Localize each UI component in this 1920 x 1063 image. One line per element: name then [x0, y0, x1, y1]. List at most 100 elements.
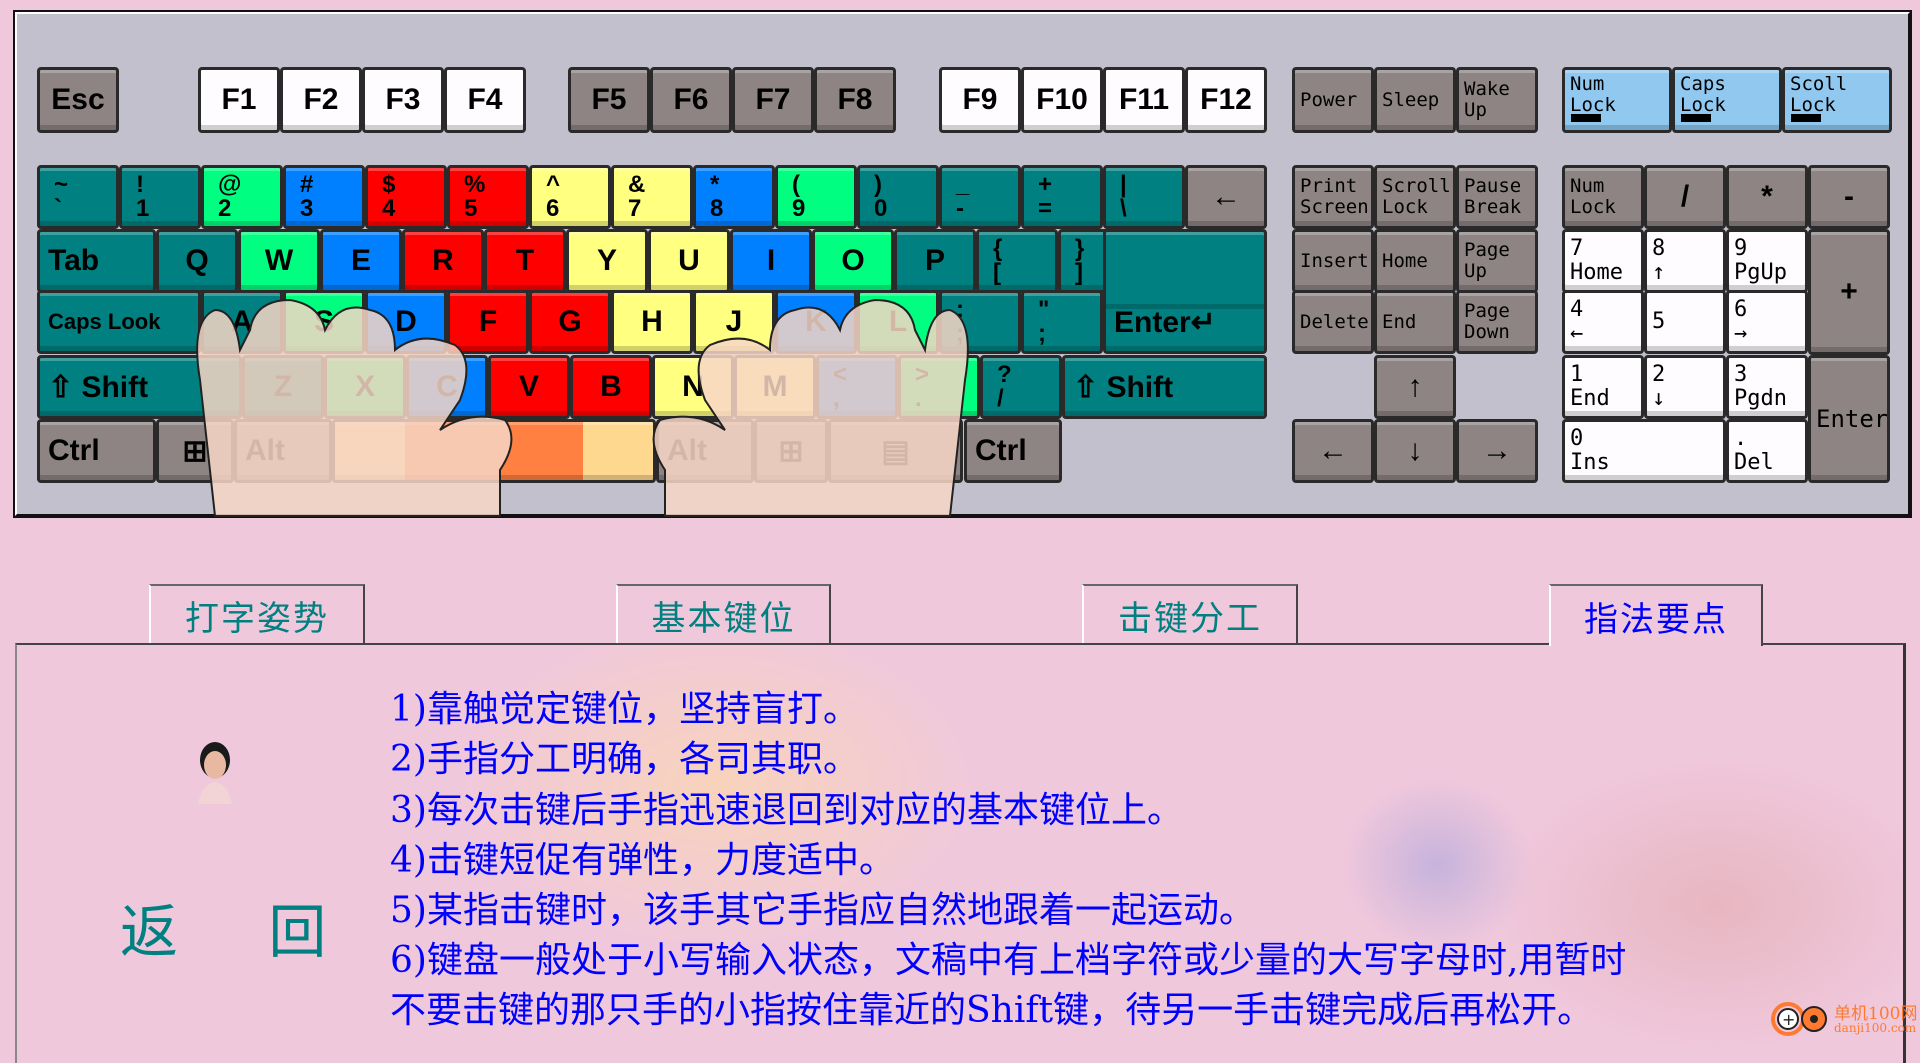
- key-arrow-down[interactable]: ↓: [1374, 419, 1456, 483]
- back-button[interactable]: 返 回: [120, 885, 362, 969]
- key-1-end[interactable]: 1 End: [1562, 355, 1644, 419]
- key-s[interactable]: S: [283, 290, 365, 354]
- key-v[interactable]: V: [488, 355, 570, 419]
- key-0-ins[interactable]: 0 Ins: [1562, 419, 1726, 483]
- key-0[interactable]: ) 0: [857, 165, 939, 229]
- key-power[interactable]: Power: [1292, 67, 1374, 133]
- key-arrow-left[interactable]: ←: [1292, 419, 1374, 483]
- key-numpad-enter[interactable]: Enter: [1808, 355, 1890, 483]
- key-p[interactable]: P: [894, 229, 976, 293]
- key-shift[interactable]: ⇧ Shift: [37, 355, 242, 419]
- key-2[interactable]: @2: [201, 165, 283, 229]
- key-symbol[interactable]: >.: [898, 355, 980, 419]
- key-f6[interactable]: F6: [650, 67, 732, 133]
- key-5[interactable]: % 5: [447, 165, 529, 229]
- key-z[interactable]: Z: [242, 355, 324, 419]
- key-e[interactable]: E: [320, 229, 402, 293]
- key-tab[interactable]: Tab: [37, 229, 156, 293]
- key-f7[interactable]: F7: [732, 67, 814, 133]
- key-scroll-lock[interactable]: Scroll Lock: [1374, 165, 1456, 229]
- key-6[interactable]: ^ 6: [529, 165, 611, 229]
- key-l[interactable]: L: [857, 290, 939, 354]
- key-n[interactable]: N: [652, 355, 734, 419]
- key-j[interactable]: J: [693, 290, 775, 354]
- key-caps-look[interactable]: Caps Look: [37, 290, 201, 354]
- key-symbol[interactable]: ~ `: [37, 165, 119, 229]
- key-wake-up[interactable]: Wake Up: [1456, 67, 1538, 133]
- key-8[interactable]: 8 ↑: [1644, 229, 1726, 293]
- key-5[interactable]: 5: [1644, 290, 1726, 354]
- key-del[interactable]: . Del: [1726, 419, 1808, 483]
- key-symbol[interactable]: /: [1644, 165, 1726, 229]
- key-sleep[interactable]: Sleep: [1374, 67, 1456, 133]
- key-f5[interactable]: F5: [568, 67, 650, 133]
- key-f4[interactable]: F4: [444, 67, 526, 133]
- key-numpad-plus[interactable]: +: [1808, 229, 1890, 355]
- key-alt[interactable]: Alt: [656, 419, 754, 483]
- key-2[interactable]: 2 ↓: [1644, 355, 1726, 419]
- key-g[interactable]: G: [529, 290, 611, 354]
- key-ctrl[interactable]: Ctrl: [37, 419, 156, 483]
- tab-typing-posture[interactable]: 打字姿势: [149, 584, 365, 644]
- key-f3[interactable]: F3: [362, 67, 444, 133]
- key-f[interactable]: F: [447, 290, 529, 354]
- key-f12[interactable]: F12: [1185, 67, 1267, 133]
- key-i[interactable]: I: [730, 229, 812, 293]
- key-f1[interactable]: F1: [198, 67, 280, 133]
- key-symbol[interactable]: :;: [939, 290, 1021, 354]
- key-7[interactable]: & 7: [611, 165, 693, 229]
- key-end[interactable]: End: [1374, 290, 1456, 354]
- key-symbol[interactable]: ";: [1021, 290, 1103, 354]
- key-home[interactable]: Home: [1374, 229, 1456, 293]
- tab-key-division[interactable]: 击键分工: [1082, 584, 1298, 644]
- key-symbol[interactable]: -: [1808, 165, 1890, 229]
- key-w[interactable]: W: [238, 229, 320, 293]
- key-print-screen[interactable]: Print Screen: [1292, 165, 1374, 229]
- key-symbol[interactable]: | \: [1103, 165, 1185, 229]
- key-1[interactable]: ! 1: [119, 165, 201, 229]
- tab-fingering-tips[interactable]: 指法要点: [1549, 584, 1763, 646]
- key-f2[interactable]: F2: [280, 67, 362, 133]
- key-u[interactable]: U: [648, 229, 730, 293]
- key-3-pgdn[interactable]: 3 Pgdn: [1726, 355, 1808, 419]
- key-q[interactable]: Q: [156, 229, 238, 293]
- key-page-down[interactable]: Page Down: [1456, 290, 1538, 354]
- key-scoll-lock[interactable]: Scoll Lock: [1782, 67, 1892, 133]
- key-f10[interactable]: F10: [1021, 67, 1103, 133]
- tab-basic-key-positions[interactable]: 基本键位: [616, 584, 831, 644]
- key-pause-break[interactable]: Pause Break: [1456, 165, 1538, 229]
- key-symbol[interactable]: + =: [1021, 165, 1103, 229]
- key-t[interactable]: T: [484, 229, 566, 293]
- key-alt[interactable]: Alt: [234, 419, 332, 483]
- key-f11[interactable]: F11: [1103, 67, 1185, 133]
- key-m[interactable]: M: [734, 355, 816, 419]
- key-esc[interactable]: Esc: [37, 67, 119, 133]
- key-symbol[interactable]: <,: [816, 355, 898, 419]
- key-9[interactable]: (9: [775, 165, 857, 229]
- key-h[interactable]: H: [611, 290, 693, 354]
- key-9-pgup[interactable]: 9 PgUp: [1726, 229, 1808, 293]
- key-caps-lock[interactable]: Caps Lock: [1672, 67, 1782, 133]
- key-8[interactable]: * 8: [693, 165, 775, 229]
- key-symbol[interactable]: *: [1726, 165, 1808, 229]
- key-page-up[interactable]: Page Up: [1456, 229, 1538, 293]
- key-shift[interactable]: ⇧ Shift: [1062, 355, 1267, 419]
- key-d[interactable]: D: [365, 290, 447, 354]
- key-k[interactable]: K: [775, 290, 857, 354]
- key-symbol[interactable]: {[: [976, 229, 1058, 293]
- key-c[interactable]: C: [406, 355, 488, 419]
- key-f9[interactable]: F9: [939, 67, 1021, 133]
- key-num-lock[interactable]: Num Lock: [1562, 165, 1644, 229]
- key-b[interactable]: B: [570, 355, 652, 419]
- key-a[interactable]: A: [201, 290, 283, 354]
- key-symbol[interactable]: ←: [1185, 165, 1267, 229]
- key-symbol[interactable]: ⊞: [754, 419, 828, 483]
- key-6[interactable]: 6 →: [1726, 290, 1808, 354]
- key-o[interactable]: O: [812, 229, 894, 293]
- key-symbol[interactable]: ? /: [980, 355, 1062, 419]
- key-delete[interactable]: Delete: [1292, 290, 1374, 354]
- key-4[interactable]: 4 ←: [1562, 290, 1644, 354]
- key-insert[interactable]: Insert: [1292, 229, 1374, 293]
- key-ctrl[interactable]: Ctrl: [964, 419, 1062, 483]
- key-f8[interactable]: F8: [814, 67, 896, 133]
